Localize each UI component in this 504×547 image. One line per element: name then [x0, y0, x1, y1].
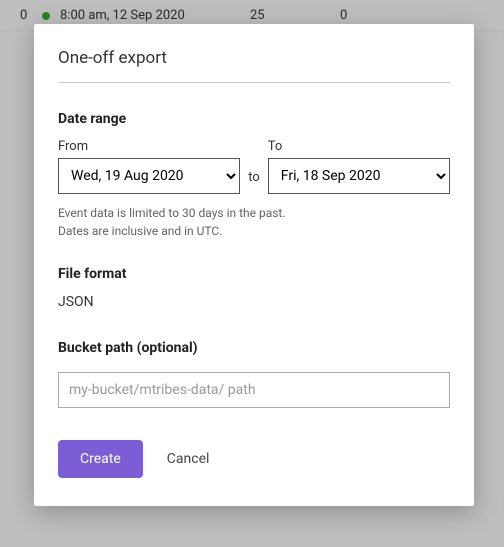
cancel-button[interactable]: Cancel — [167, 451, 210, 467]
bucket-path-heading: Bucket path (optional) — [58, 340, 450, 356]
to-label: To — [268, 139, 450, 154]
date-range-hint: Event data is limited to 30 days in the … — [58, 204, 450, 240]
date-range-heading: Date range — [58, 111, 450, 127]
to-date-select[interactable]: Fri, 18 Sep 2020 — [268, 158, 450, 194]
modal-title: One-off export — [58, 48, 450, 83]
date-range-row: From Wed, 19 Aug 2020 to To Fri, 18 Sep … — [58, 139, 450, 194]
modal-button-row: Create Cancel — [58, 440, 450, 478]
file-format-value: JSON — [58, 294, 450, 310]
from-column: From Wed, 19 Aug 2020 — [58, 139, 240, 194]
from-label: From — [58, 139, 240, 154]
bucket-path-input[interactable] — [58, 372, 450, 408]
from-date-select[interactable]: Wed, 19 Aug 2020 — [58, 158, 240, 194]
hint-line: Event data is limited to 30 days in the … — [58, 206, 286, 220]
bucket-path-section: Bucket path (optional) — [58, 340, 450, 440]
date-range-section: Date range From Wed, 19 Aug 2020 to To F… — [58, 111, 450, 240]
to-word: to — [248, 170, 260, 194]
create-button[interactable]: Create — [58, 440, 143, 478]
hint-line: Dates are inclusive and in UTC. — [58, 224, 222, 238]
to-column: To Fri, 18 Sep 2020 — [268, 139, 450, 194]
export-modal: One-off export Date range From Wed, 19 A… — [34, 24, 474, 506]
file-format-section: File format JSON — [58, 266, 450, 310]
file-format-heading: File format — [58, 266, 450, 282]
